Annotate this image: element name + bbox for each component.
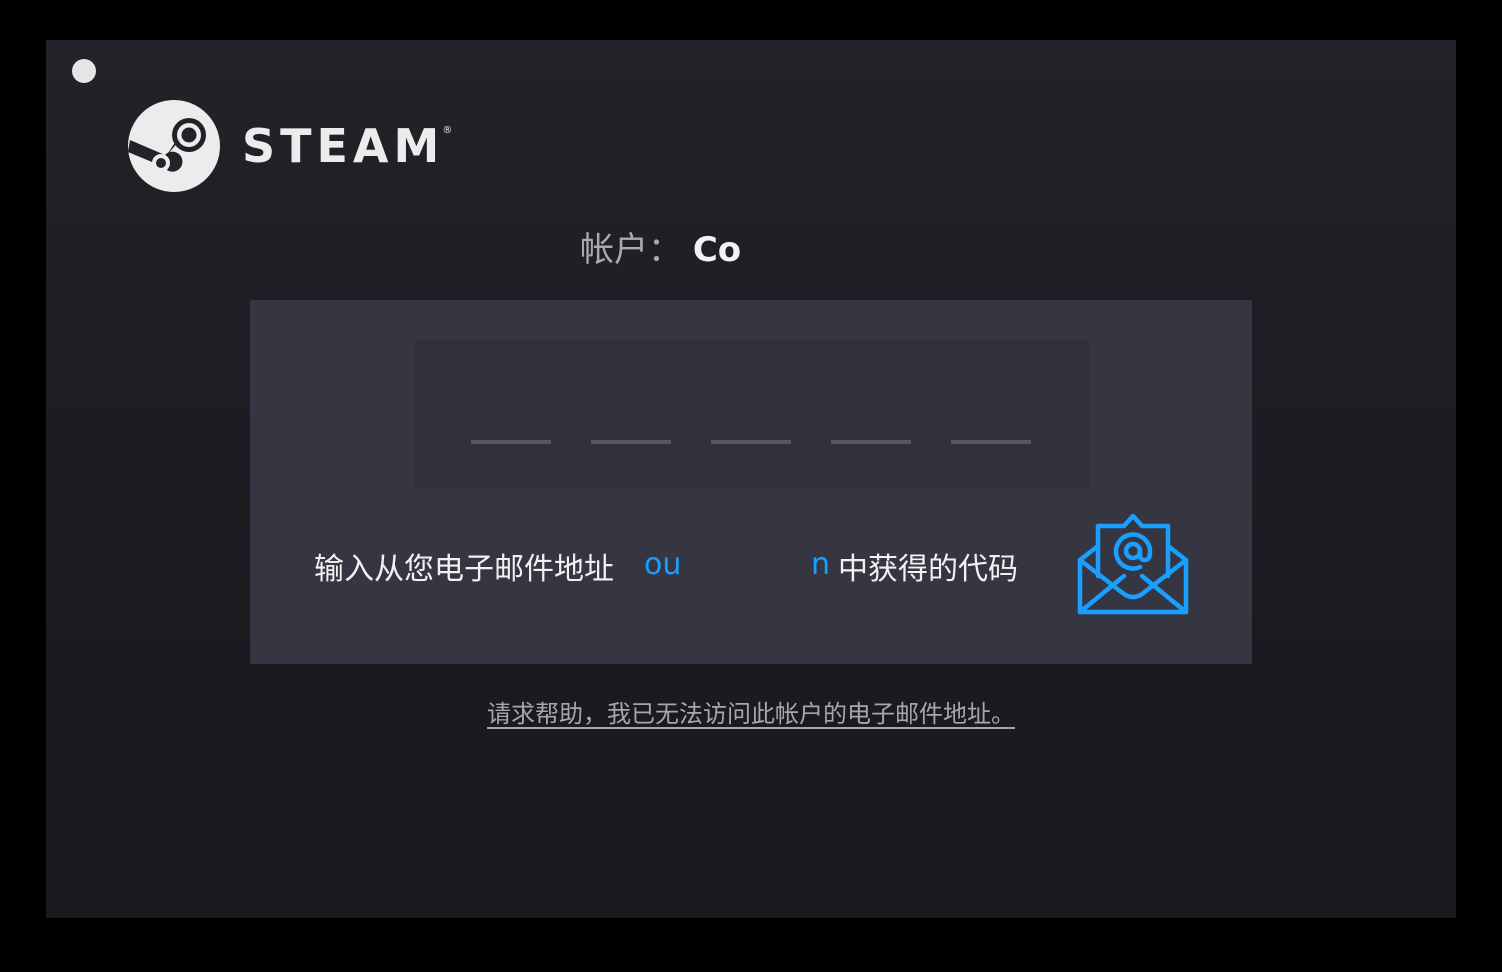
instruction-suffix: 中获得的代码 [838, 552, 1018, 587]
account-name: Co [692, 230, 742, 270]
help-no-email-access-link[interactable]: 请求帮助，我已无法访问此帐户的电子邮件地址。 [487, 694, 1015, 729]
open-envelope-at-icon [1077, 513, 1189, 615]
steam-wordmark: STEAM® [242, 119, 453, 173]
code-slot-4[interactable] [831, 440, 911, 444]
code-slot-1[interactable] [471, 440, 551, 444]
steam-logo: STEAM® [128, 100, 454, 192]
account-label: 帐户： [580, 230, 682, 270]
account-line: 帐户： Co [580, 222, 741, 271]
masked-email-start: ou [644, 547, 682, 582]
code-slot-3[interactable] [711, 440, 791, 444]
instruction-prefix: 输入从您电子邮件地址 [314, 552, 614, 587]
code-instruction: 输入从您电子邮件地址 ou n 中获得的代码 [314, 544, 1018, 588]
steam-guard-window: STEAM® 帐户： Co 输入从您电子邮件地址 ou n 中获得的代码 请求帮… [46, 40, 1456, 918]
code-input-box[interactable] [414, 340, 1090, 488]
code-slot-2[interactable] [591, 440, 671, 444]
window-close-button[interactable] [72, 59, 96, 83]
code-slot-5[interactable] [951, 440, 1031, 444]
steam-logo-icon [128, 100, 220, 192]
masked-email-end: n [811, 547, 831, 582]
registered-mark: ® [442, 125, 453, 136]
code-entry-panel: 输入从您电子邮件地址 ou n 中获得的代码 [250, 300, 1252, 664]
